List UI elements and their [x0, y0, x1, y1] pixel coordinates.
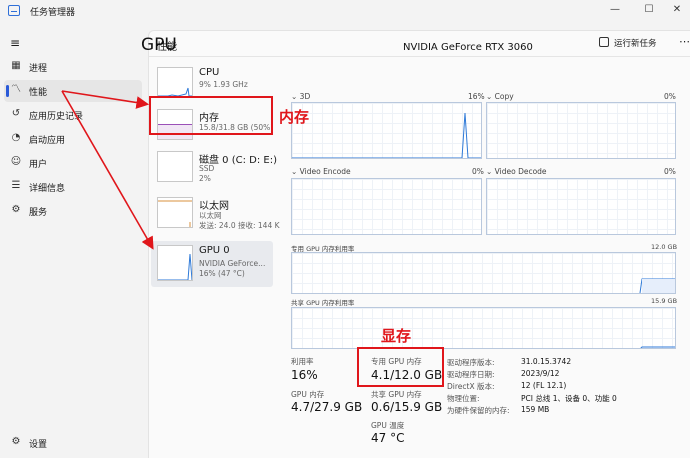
nav-label: 服务 — [29, 208, 48, 218]
gpu-title: GPU — [141, 35, 177, 55]
gpu-temp-label: GPU 温度 — [371, 421, 405, 430]
engine-name: 3D — [299, 92, 311, 101]
graph-dropdown-video-encode[interactable]: ⌄ Video Encode — [291, 167, 351, 176]
services-icon: ⚙ — [11, 204, 21, 215]
gpu-thumbnail — [157, 245, 193, 281]
history-icon: ↺ — [11, 108, 21, 119]
engine-name: Copy — [494, 92, 514, 101]
device-detail: 9% 1.93 GHz — [199, 80, 248, 89]
utilization-label: 利用率 — [291, 357, 314, 366]
ethernet-thumbnail — [157, 197, 193, 228]
memory-highlight-box — [149, 96, 273, 135]
info-key: DirectX 版本: — [447, 382, 495, 391]
engine-name: Video Decode — [494, 167, 547, 176]
run-new-task-button[interactable]: 运行新任务 — [599, 37, 679, 51]
cpu-thumbnail — [157, 67, 193, 98]
title-bar: 任务管理器 — ☐ ✕ — [0, 0, 690, 22]
run-task-icon — [599, 37, 609, 47]
engine-percent: 0% — [664, 92, 676, 101]
nav-label: 启动应用 — [29, 136, 66, 146]
gpu-mem-value: 4.7/27.9 GB — [291, 400, 363, 414]
info-value: 2023/9/12 — [521, 369, 560, 378]
shared-mem-value: 0.6/15.9 GB — [371, 400, 443, 414]
device-disk[interactable]: 磁盘 0 (C: D: E:) SSD 2% — [151, 147, 277, 187]
engine-percent: 16% — [468, 92, 485, 101]
details-icon: ☰ — [11, 180, 21, 191]
close-button[interactable]: ✕ — [666, 3, 688, 17]
nav-label: 详细信息 — [29, 184, 66, 194]
active-indicator — [6, 85, 9, 97]
graph-video-encode — [291, 178, 482, 235]
graph-dropdown-video-decode[interactable]: ⌄ Video Decode — [486, 167, 547, 176]
nav-label: 进程 — [29, 64, 48, 74]
startup-icon: ◔ — [11, 132, 21, 143]
nav-item-settings[interactable]: ⚙ 设置 — [4, 432, 142, 454]
gpu-model: NVIDIA GeForce RTX 3060 — [403, 42, 533, 53]
info-value: 31.0.15.3742 — [521, 357, 572, 366]
info-value: 159 MB — [521, 405, 550, 414]
info-value: 12 (FL 12.1) — [521, 381, 567, 390]
engine-percent: 0% — [664, 167, 676, 176]
device-detail: 发送: 24.0 接收: 144 K — [199, 221, 280, 230]
nav-item-details[interactable]: ☰ 详细信息 — [4, 176, 142, 198]
window-title: 任务管理器 — [30, 8, 76, 18]
maximize-button[interactable]: ☐ — [638, 3, 660, 17]
more-options-icon[interactable]: ⋯ — [679, 35, 690, 48]
engine-percent: 0% — [472, 167, 484, 176]
nav-item-processes[interactable]: ▦ 进程 — [4, 56, 142, 78]
gpu-temp-value: 47 °C — [371, 431, 405, 445]
graph-shared-memory — [291, 307, 676, 349]
device-gpu0[interactable]: GPU 0 NVIDIA GeForce... 16% (47 °C) — [151, 241, 273, 287]
vram-annotation: 显存 — [381, 327, 412, 345]
graph-dropdown-3d[interactable]: ⌄ 3D — [291, 92, 310, 101]
memory-annotation: 内存 — [279, 108, 310, 126]
nav-item-users[interactable]: ☺ 用户 — [4, 152, 142, 174]
disk-thumbnail — [157, 151, 193, 182]
device-name: GPU 0 — [199, 245, 230, 256]
device-detail: SSD — [199, 164, 215, 173]
processes-icon: ▦ — [11, 60, 21, 71]
nav-label: 用户 — [29, 160, 48, 170]
info-key: 驱动程序版本: — [447, 358, 495, 367]
engine-name: Video Encode — [299, 167, 351, 176]
nav-item-services[interactable]: ⚙ 服务 — [4, 200, 142, 222]
vram-highlight-box — [357, 347, 444, 387]
utilization-value: 16% — [291, 368, 318, 382]
graph-dedicated-memory — [291, 252, 676, 294]
nav-item-performance[interactable]: 〽 性能 — [4, 80, 142, 102]
nav-label: 设置 — [29, 440, 48, 450]
gear-icon: ⚙ — [11, 436, 21, 447]
graph-video-decode — [486, 178, 676, 235]
minimize-button[interactable]: — — [604, 3, 626, 17]
nav-item-startup[interactable]: ◔ 启动应用 — [4, 128, 142, 150]
shared-mem-label: 共享 GPU 内存 — [371, 390, 422, 399]
info-key: 物理位置: — [447, 394, 480, 403]
graph-dropdown-copy[interactable]: ⌄ Copy — [486, 92, 514, 101]
task-manager-icon — [8, 5, 20, 16]
gpu-mem-label: GPU 内存 — [291, 390, 325, 399]
performance-icon: 〽 — [11, 84, 21, 95]
run-task-label: 运行新任务 — [614, 39, 657, 49]
graph-3d — [291, 102, 482, 159]
device-detail: NVIDIA GeForce... — [199, 259, 266, 268]
device-detail: 16% (47 °C) — [199, 269, 245, 278]
info-value: PCI 总线 1、设备 0、功能 0 — [521, 394, 617, 403]
device-ethernet[interactable]: 以太网 以太网 发送: 24.0 接收: 144 K — [151, 193, 280, 233]
dedicated-graph-max: 12.0 GB — [651, 243, 678, 251]
sidebar: ≡ ▦ 进程 〽 性能 ↺ 应用历史记录 ◔ 启动应用 ☺ 用户 ☰ 详细信息 … — [0, 22, 148, 458]
users-icon: ☺ — [10, 156, 22, 167]
nav-item-app-history[interactable]: ↺ 应用历史记录 — [4, 104, 142, 126]
device-name: CPU — [199, 67, 220, 78]
nav-label: 性能 — [29, 88, 48, 98]
shared-graph-label: 共享 GPU 内存利用率 — [291, 299, 355, 307]
graph-copy — [486, 102, 676, 159]
shared-graph-max: 15.9 GB — [651, 297, 678, 305]
nav-label: 应用历史记录 — [29, 112, 84, 122]
info-key: 驱动程序日期: — [447, 370, 495, 379]
info-key: 为硬件保留的内存: — [447, 406, 510, 415]
hamburger-icon[interactable]: ≡ — [10, 37, 20, 49]
device-detail: 2% — [199, 174, 211, 183]
